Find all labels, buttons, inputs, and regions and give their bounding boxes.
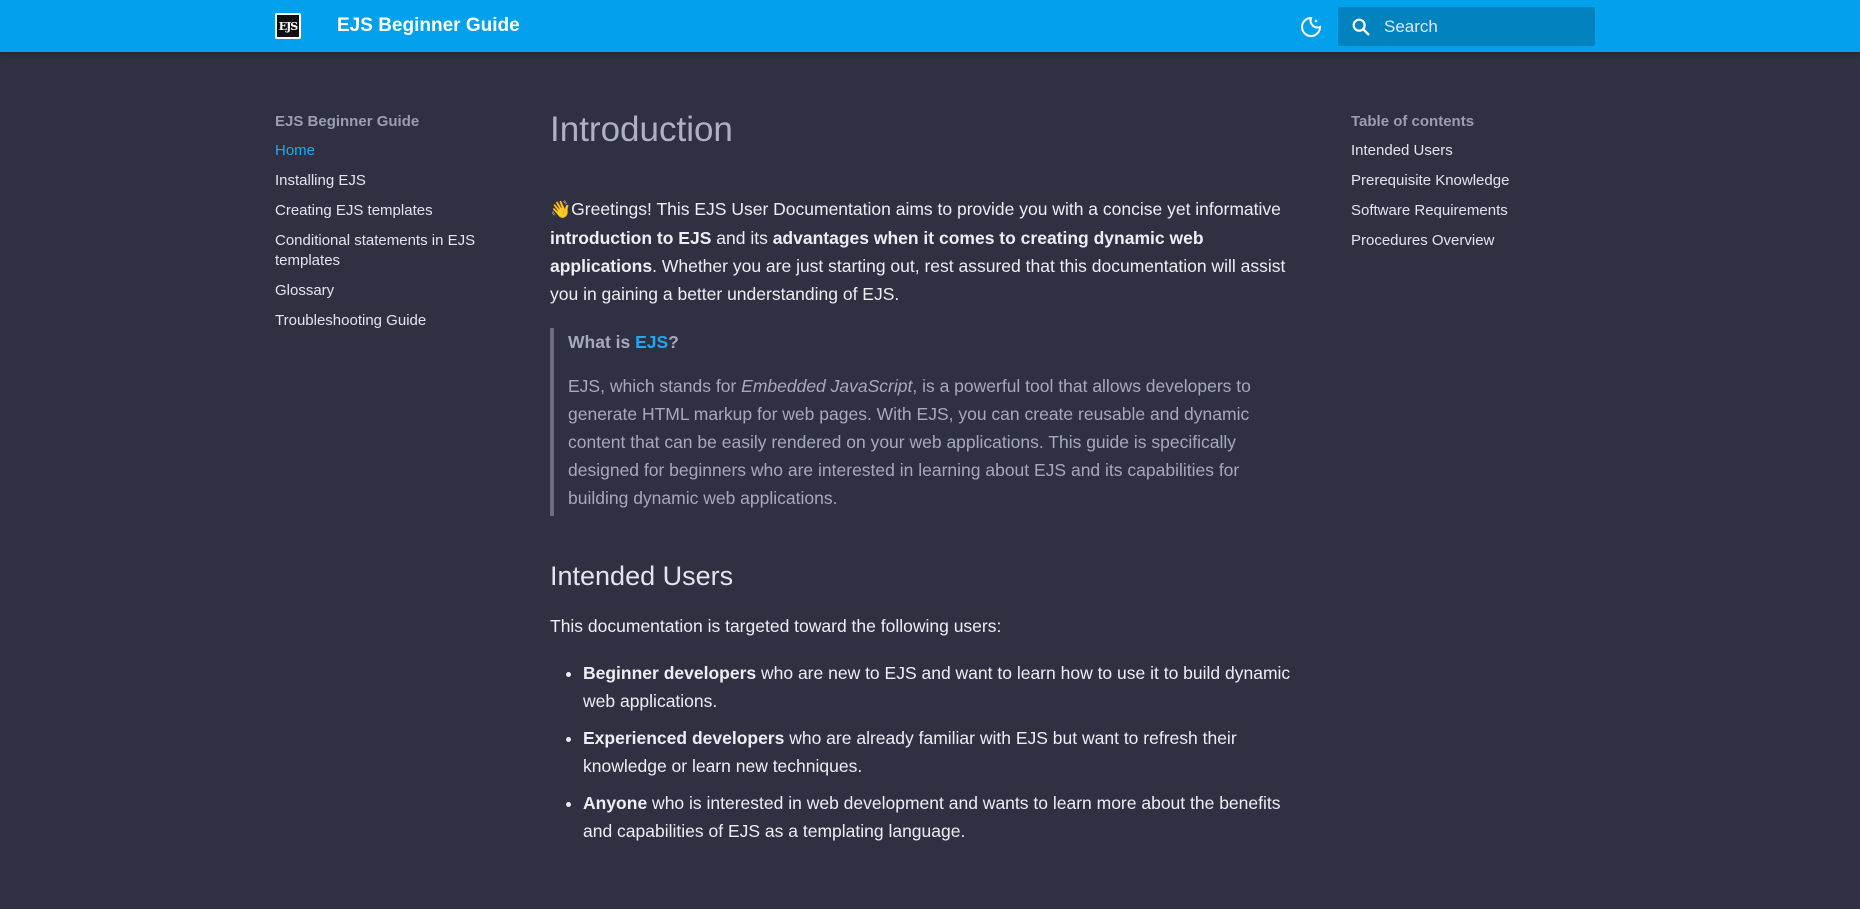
toc-item-software-requirements[interactable]: Software Requirements: [1351, 201, 1571, 221]
left-sidebar-nav: EJS Beginner Guide Home Installing EJS C…: [275, 113, 495, 341]
main-content: Introduction 👋Greetings! This EJS User D…: [550, 105, 1295, 854]
callout-title-text: ?: [668, 332, 679, 352]
list-item-bold: Experienced developers: [583, 728, 785, 748]
intended-users-list: Beginner developers who are new to EJS a…: [550, 659, 1295, 845]
nav-item-glossary[interactable]: Glossary: [275, 281, 495, 301]
callout-text: EJS, which stands for: [568, 376, 742, 396]
intro-bold-text: introduction to EJS: [550, 228, 712, 248]
intro-paragraph: 👋Greetings! This EJS User Documentation …: [550, 195, 1295, 308]
nav-item-creating-templates[interactable]: Creating EJS templates: [275, 201, 495, 221]
what-is-ejs-callout: What is EJS? EJS, which stands for Embed…: [550, 328, 1295, 516]
theme-toggle-button[interactable]: [1296, 12, 1326, 42]
nav-heading: EJS Beginner Guide: [275, 113, 420, 130]
waving-hand-icon: 👋: [550, 200, 572, 219]
search-icon: [1352, 18, 1370, 36]
list-item: Anyone who is interested in web developm…: [583, 789, 1295, 845]
moon-icon: [1301, 16, 1322, 37]
callout-body: EJS, which stands for Embedded JavaScrip…: [568, 372, 1295, 516]
toc-item-prerequisite-knowledge[interactable]: Prerequisite Knowledge: [1351, 171, 1571, 191]
toc-item-procedures-overview[interactable]: Procedures Overview: [1351, 231, 1571, 251]
list-item-bold: Beginner developers: [583, 663, 757, 683]
top-header: EJS EJS Beginner Guide: [0, 0, 1860, 52]
intro-text: Greetings! This EJS User Documentation a…: [571, 199, 1281, 219]
nav-item-home[interactable]: Home: [275, 141, 495, 161]
page-title: Introduction: [550, 110, 733, 149]
nav-item-conditional-statements[interactable]: Conditional statements in EJS templates: [275, 231, 495, 271]
callout-emphasis: Embedded JavaScript: [741, 376, 913, 396]
intended-users-heading: Intended Users: [550, 561, 734, 591]
nav-item-installing-ejs[interactable]: Installing EJS: [275, 171, 495, 191]
ejs-link[interactable]: EJS: [635, 332, 668, 352]
intro-text: and its: [711, 228, 773, 248]
callout-title-text: What is: [568, 332, 636, 352]
ejs-logo[interactable]: EJS: [275, 13, 301, 39]
callout-title: What is EJS?: [568, 328, 1295, 356]
list-item: Beginner developers who are new to EJS a…: [583, 659, 1295, 715]
table-of-contents: Table of contents Intended Users Prerequ…: [1351, 113, 1571, 261]
site-title[interactable]: EJS Beginner Guide: [337, 14, 520, 38]
list-item: Experienced developers who are already f…: [583, 724, 1295, 780]
nav-item-troubleshooting[interactable]: Troubleshooting Guide: [275, 311, 495, 331]
toc-heading: Table of contents: [1351, 113, 1475, 130]
intro-text: . Whether you are just starting out, res…: [550, 256, 1286, 304]
intended-users-intro: This documentation is targeted toward th…: [550, 616, 1002, 636]
search-box[interactable]: [1338, 7, 1595, 46]
list-item-text: who is interested in web development and…: [583, 793, 1281, 841]
search-input[interactable]: [1384, 7, 1584, 46]
toc-item-intended-users[interactable]: Intended Users: [1351, 141, 1571, 161]
list-item-bold: Anyone: [583, 793, 648, 813]
